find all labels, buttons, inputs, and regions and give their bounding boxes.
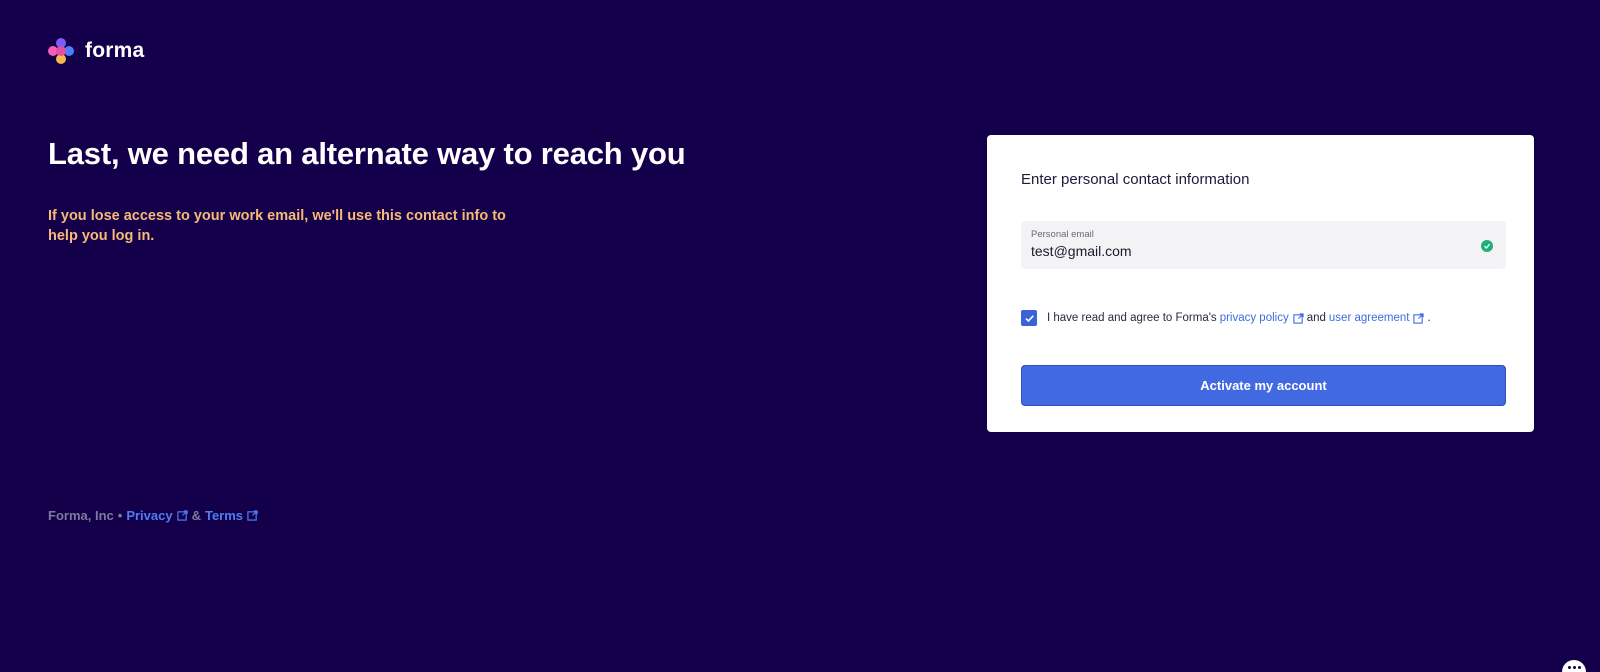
footer-amp: & <box>191 508 201 523</box>
external-link-icon <box>1293 312 1304 324</box>
agreement-checkbox[interactable] <box>1021 310 1037 326</box>
page: forma Last, we need an alternate way to … <box>0 0 1600 672</box>
footer-terms-link[interactable]: Terms <box>205 508 258 523</box>
page-subtitle: If you lose access to your work email, w… <box>48 208 506 244</box>
footer-privacy-label: Privacy <box>126 508 173 523</box>
privacy-policy-link[interactable]: privacy policy <box>1220 312 1304 324</box>
personal-email-field[interactable]: Personal email <box>1021 221 1506 269</box>
checkmark-icon <box>1024 314 1034 322</box>
agreement-suffix: . <box>1427 312 1431 324</box>
personal-email-input[interactable] <box>1031 243 1471 259</box>
brand-logo[interactable]: forma <box>48 38 144 64</box>
privacy-policy-label: privacy policy <box>1219 312 1289 324</box>
agreement-connector: and <box>1306 312 1326 324</box>
forma-logo-icon <box>48 38 74 64</box>
external-link-icon <box>1413 312 1425 324</box>
activate-account-button[interactable]: Activate my account <box>1021 365 1506 406</box>
check-circle-icon <box>1481 240 1493 252</box>
footer-privacy-link[interactable]: Privacy <box>126 508 188 523</box>
external-link-icon <box>247 510 258 521</box>
footer: Forma, Inc • Privacy & Terms <box>48 508 258 523</box>
chat-bubble-icon[interactable] <box>1562 660 1586 672</box>
contact-card: Enter personal contact information Perso… <box>987 135 1534 432</box>
agreement-prefix: I have read and agree to Forma's <box>1047 312 1217 324</box>
page-title: Last, we need an alternate way to reach … <box>48 136 686 171</box>
brand-name: forma <box>85 39 145 62</box>
card-title: Enter personal contact information <box>1021 171 1250 188</box>
agreement-row: I have read and agree to Forma's privacy… <box>1021 310 1431 326</box>
footer-terms-label: Terms <box>204 508 244 523</box>
external-link-icon <box>176 510 188 521</box>
footer-separator: • <box>117 508 123 523</box>
personal-email-label: Personal email <box>1031 229 1094 240</box>
footer-company: Forma, Inc <box>48 508 114 523</box>
user-agreement-link[interactable]: user agreement <box>1329 312 1425 324</box>
user-agreement-label: user agreement <box>1328 312 1410 324</box>
